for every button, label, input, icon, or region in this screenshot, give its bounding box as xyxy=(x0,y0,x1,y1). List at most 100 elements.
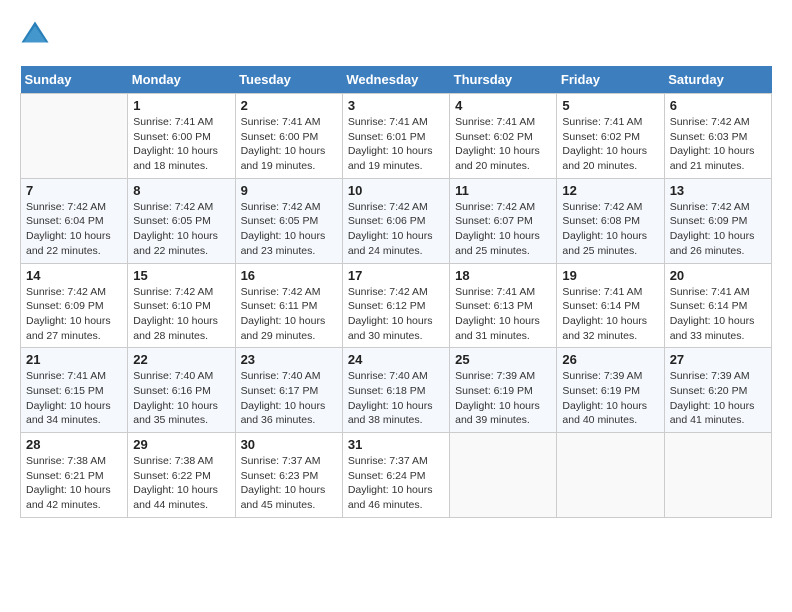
cell-content: Sunrise: 7:41 AM Sunset: 6:00 PM Dayligh… xyxy=(241,115,337,174)
cell-content: Sunrise: 7:41 AM Sunset: 6:14 PM Dayligh… xyxy=(670,285,766,344)
day-number: 19 xyxy=(562,268,658,283)
day-number: 14 xyxy=(26,268,122,283)
day-number: 7 xyxy=(26,183,122,198)
column-header-monday: Monday xyxy=(128,66,235,94)
day-number: 22 xyxy=(133,352,229,367)
cell-content: Sunrise: 7:38 AM Sunset: 6:22 PM Dayligh… xyxy=(133,454,229,513)
calendar-cell: 30Sunrise: 7:37 AM Sunset: 6:23 PM Dayli… xyxy=(235,433,342,518)
calendar-cell: 16Sunrise: 7:42 AM Sunset: 6:11 PM Dayli… xyxy=(235,263,342,348)
week-row-4: 21 Sunrise: 7:41 AM Sunset: 6:15 PM Dayli… xyxy=(21,348,772,433)
day-number: 23 xyxy=(241,352,337,367)
calendar-cell: 3 Sunrise: 7:41 AM Sunset: 6:01 PM Daylig… xyxy=(342,94,449,179)
column-header-friday: Friday xyxy=(557,66,664,94)
day-number: 21 xyxy=(26,352,122,367)
column-header-saturday: Saturday xyxy=(664,66,771,94)
calendar-cell: 31Sunrise: 7:37 AM Sunset: 6:24 PM Dayli… xyxy=(342,433,449,518)
day-number: 17 xyxy=(348,268,444,283)
calendar-cell xyxy=(557,433,664,518)
day-number: 31 xyxy=(348,437,444,452)
calendar-cell: 4 Sunrise: 7:41 AM Sunset: 6:02 PM Daylig… xyxy=(450,94,557,179)
cell-content: Sunrise: 7:41 AM Sunset: 6:02 PM Dayligh… xyxy=(455,115,551,174)
cell-content: Sunrise: 7:40 AM Sunset: 6:16 PM Dayligh… xyxy=(133,369,229,428)
calendar-cell xyxy=(450,433,557,518)
calendar-cell: 27 Sunrise: 7:39 AM Sunset: 6:20 PM Dayli… xyxy=(664,348,771,433)
cell-content: Sunrise: 7:42 AM Sunset: 6:10 PM Dayligh… xyxy=(133,285,229,344)
calendar-cell: 2 Sunrise: 7:41 AM Sunset: 6:00 PM Daylig… xyxy=(235,94,342,179)
calendar-cell: 5Sunrise: 7:41 AM Sunset: 6:02 PM Daylig… xyxy=(557,94,664,179)
calendar-cell: 9Sunrise: 7:42 AM Sunset: 6:05 PM Daylig… xyxy=(235,178,342,263)
calendar-cell: 26Sunrise: 7:39 AM Sunset: 6:19 PM Dayli… xyxy=(557,348,664,433)
column-header-tuesday: Tuesday xyxy=(235,66,342,94)
calendar-cell: 8 Sunrise: 7:42 AM Sunset: 6:05 PM Daylig… xyxy=(128,178,235,263)
calendar-cell: 13 Sunrise: 7:42 AM Sunset: 6:09 PM Dayli… xyxy=(664,178,771,263)
calendar-cell: 18Sunrise: 7:41 AM Sunset: 6:13 PM Dayli… xyxy=(450,263,557,348)
day-number: 8 xyxy=(133,183,229,198)
calendar-cell: 15 Sunrise: 7:42 AM Sunset: 6:10 PM Dayli… xyxy=(128,263,235,348)
day-number: 9 xyxy=(241,183,337,198)
calendar-cell: 14 Sunrise: 7:42 AM Sunset: 6:09 PM Dayli… xyxy=(21,263,128,348)
cell-content: Sunrise: 7:40 AM Sunset: 6:17 PM Dayligh… xyxy=(241,369,337,428)
day-number: 6 xyxy=(670,98,766,113)
day-number: 29 xyxy=(133,437,229,452)
cell-content: Sunrise: 7:42 AM Sunset: 6:12 PM Dayligh… xyxy=(348,285,444,344)
calendar-cell: 22 Sunrise: 7:40 AM Sunset: 6:16 PM Dayli… xyxy=(128,348,235,433)
cell-content: Sunrise: 7:41 AM Sunset: 6:15 PM Dayligh… xyxy=(26,369,122,428)
calendar-cell: 17 Sunrise: 7:42 AM Sunset: 6:12 PM Dayli… xyxy=(342,263,449,348)
day-number: 13 xyxy=(670,183,766,198)
calendar-cell: 28 Sunrise: 7:38 AM Sunset: 6:21 PM Dayli… xyxy=(21,433,128,518)
calendar-cell: 19 Sunrise: 7:41 AM Sunset: 6:14 PM Dayli… xyxy=(557,263,664,348)
day-number: 27 xyxy=(670,352,766,367)
calendar-cell: 7 Sunrise: 7:42 AM Sunset: 6:04 PM Daylig… xyxy=(21,178,128,263)
calendar-cell: 23 Sunrise: 7:40 AM Sunset: 6:17 PM Dayli… xyxy=(235,348,342,433)
cell-content: Sunrise: 7:41 AM Sunset: 6:01 PM Dayligh… xyxy=(348,115,444,174)
cell-content: Sunrise: 7:38 AM Sunset: 6:21 PM Dayligh… xyxy=(26,454,122,513)
day-number: 18 xyxy=(455,268,551,283)
cell-content: Sunrise: 7:42 AM Sunset: 6:07 PM Dayligh… xyxy=(455,200,551,259)
day-number: 15 xyxy=(133,268,229,283)
day-number: 10 xyxy=(348,183,444,198)
week-row-1: 1 Sunrise: 7:41 AM Sunset: 6:00 PM Daylig… xyxy=(21,94,772,179)
week-row-3: 14 Sunrise: 7:42 AM Sunset: 6:09 PM Dayli… xyxy=(21,263,772,348)
cell-content: Sunrise: 7:42 AM Sunset: 6:04 PM Dayligh… xyxy=(26,200,122,259)
cell-content: Sunrise: 7:42 AM Sunset: 6:08 PM Dayligh… xyxy=(562,200,658,259)
calendar-table: SundayMondayTuesdayWednesdayThursdayFrid… xyxy=(20,66,772,518)
day-number: 2 xyxy=(241,98,337,113)
day-number: 1 xyxy=(133,98,229,113)
cell-content: Sunrise: 7:42 AM Sunset: 6:11 PM Dayligh… xyxy=(241,285,337,344)
logo-icon xyxy=(20,20,50,50)
week-row-2: 7 Sunrise: 7:42 AM Sunset: 6:04 PM Daylig… xyxy=(21,178,772,263)
calendar-cell: 21 Sunrise: 7:41 AM Sunset: 6:15 PM Dayli… xyxy=(21,348,128,433)
cell-content: Sunrise: 7:42 AM Sunset: 6:05 PM Dayligh… xyxy=(133,200,229,259)
day-number: 28 xyxy=(26,437,122,452)
cell-content: Sunrise: 7:39 AM Sunset: 6:19 PM Dayligh… xyxy=(455,369,551,428)
cell-content: Sunrise: 7:42 AM Sunset: 6:09 PM Dayligh… xyxy=(670,200,766,259)
cell-content: Sunrise: 7:42 AM Sunset: 6:09 PM Dayligh… xyxy=(26,285,122,344)
day-number: 12 xyxy=(562,183,658,198)
calendar-cell: 10Sunrise: 7:42 AM Sunset: 6:06 PM Dayli… xyxy=(342,178,449,263)
calendar-cell xyxy=(21,94,128,179)
day-number: 24 xyxy=(348,352,444,367)
calendar-cell: 6 Sunrise: 7:42 AM Sunset: 6:03 PM Daylig… xyxy=(664,94,771,179)
day-number: 4 xyxy=(455,98,551,113)
day-number: 3 xyxy=(348,98,444,113)
calendar-cell: 11Sunrise: 7:42 AM Sunset: 6:07 PM Dayli… xyxy=(450,178,557,263)
calendar-cell xyxy=(664,433,771,518)
cell-content: Sunrise: 7:40 AM Sunset: 6:18 PM Dayligh… xyxy=(348,369,444,428)
day-number: 5 xyxy=(562,98,658,113)
day-number: 25 xyxy=(455,352,551,367)
column-header-thursday: Thursday xyxy=(450,66,557,94)
logo xyxy=(20,20,54,50)
cell-content: Sunrise: 7:39 AM Sunset: 6:20 PM Dayligh… xyxy=(670,369,766,428)
week-row-5: 28 Sunrise: 7:38 AM Sunset: 6:21 PM Dayli… xyxy=(21,433,772,518)
cell-content: Sunrise: 7:37 AM Sunset: 6:23 PM Dayligh… xyxy=(241,454,337,513)
cell-content: Sunrise: 7:41 AM Sunset: 6:14 PM Dayligh… xyxy=(562,285,658,344)
page-header xyxy=(20,20,772,50)
calendar-cell: 24 Sunrise: 7:40 AM Sunset: 6:18 PM Dayli… xyxy=(342,348,449,433)
cell-content: Sunrise: 7:42 AM Sunset: 6:03 PM Dayligh… xyxy=(670,115,766,174)
calendar-cell: 1 Sunrise: 7:41 AM Sunset: 6:00 PM Daylig… xyxy=(128,94,235,179)
cell-content: Sunrise: 7:41 AM Sunset: 6:00 PM Dayligh… xyxy=(133,115,229,174)
calendar-cell: 20Sunrise: 7:41 AM Sunset: 6:14 PM Dayli… xyxy=(664,263,771,348)
calendar-cell: 12 Sunrise: 7:42 AM Sunset: 6:08 PM Dayli… xyxy=(557,178,664,263)
column-header-sunday: Sunday xyxy=(21,66,128,94)
calendar-cell: 29 Sunrise: 7:38 AM Sunset: 6:22 PM Dayli… xyxy=(128,433,235,518)
